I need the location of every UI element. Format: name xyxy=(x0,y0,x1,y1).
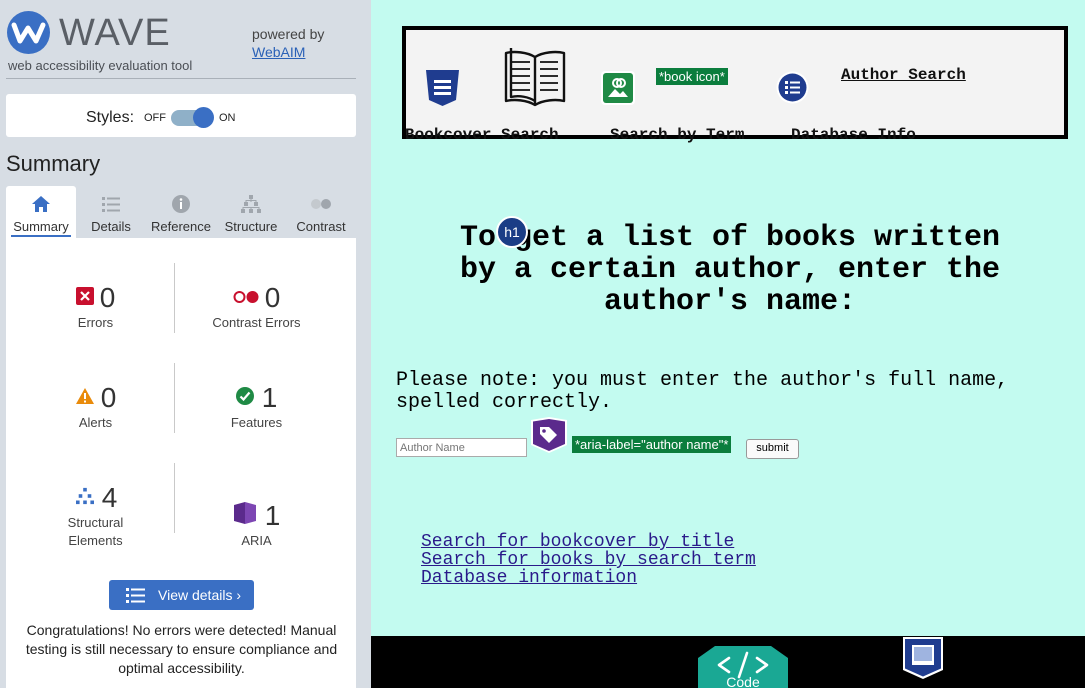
powered-by-label: powered by xyxy=(252,26,325,42)
errors-label: Errors xyxy=(77,315,114,330)
linked-image-icon[interactable] xyxy=(601,71,635,105)
list-icon[interactable] xyxy=(776,71,809,104)
stat-aria[interactable]: 1 ARIA xyxy=(174,500,339,550)
webaim-link[interactable]: WebAIM xyxy=(252,43,324,61)
styles-panel: Styles: OFF ON xyxy=(6,94,356,137)
error-icon xyxy=(75,287,94,305)
author-name-input[interactable] xyxy=(396,438,527,457)
alt-text-tag: *book icon* xyxy=(656,68,728,85)
alert-icon xyxy=(75,388,94,404)
submit-button[interactable]: submit xyxy=(746,439,799,459)
features-label: Features xyxy=(230,415,283,430)
tab-details[interactable]: Details xyxy=(76,186,146,238)
nav-search-by-term[interactable]: Search by Term xyxy=(610,126,744,144)
stat-alerts[interactable]: 0 Alerts xyxy=(13,382,178,432)
link-bookcover-by-title[interactable]: Search for bookcover by title xyxy=(421,533,756,551)
view-details-button[interactable]: View details › xyxy=(109,580,254,610)
structural-label-line1: Structural xyxy=(67,515,124,530)
home-icon xyxy=(32,196,50,212)
contrast-errors-count: 0 xyxy=(264,282,281,313)
aria-icon xyxy=(233,502,256,524)
stat-structural[interactable]: 4 Structural Elements xyxy=(13,482,178,550)
aria-label-tag-icon[interactable] xyxy=(530,417,568,453)
link-books-by-search-term[interactable]: Search for books by search term xyxy=(421,551,756,569)
aria-label: ARIA xyxy=(241,533,272,548)
contrast-icon xyxy=(311,199,331,209)
aria-count: 1 xyxy=(264,500,281,531)
summary-heading: Summary xyxy=(6,151,101,176)
view-details-label: View details › xyxy=(158,587,242,603)
tab-label: Contrast xyxy=(296,219,346,234)
tab-label: Summary xyxy=(11,219,71,237)
styles-toggle[interactable] xyxy=(171,107,214,128)
list-icon xyxy=(126,588,145,603)
structural-label-line2: Elements xyxy=(68,533,123,548)
tab-label: Details xyxy=(91,219,131,234)
note-text: Please note: you must enter the author's… xyxy=(396,369,1009,414)
region-icon[interactable] xyxy=(902,637,944,679)
wave-logo-text: WAVE xyxy=(59,12,171,54)
styles-label: Styles: xyxy=(86,109,135,126)
feature-check-icon xyxy=(235,387,254,405)
hierarchy-icon xyxy=(241,195,261,213)
h1-badge-icon[interactable]: h1 xyxy=(496,216,528,248)
tab-reference[interactable]: Reference xyxy=(146,186,216,238)
alerts-count: 0 xyxy=(100,382,117,413)
link-database-information[interactable]: Database information xyxy=(421,569,756,587)
code-label: Code xyxy=(726,674,760,688)
stat-features[interactable]: 1 Features xyxy=(174,382,339,432)
styles-off-label: OFF xyxy=(144,112,166,124)
wave-logo-icon xyxy=(7,11,50,54)
styles-on-label: ON xyxy=(219,112,236,124)
tab-label: Structure xyxy=(224,219,278,234)
wave-sidebar: WAVE web accessibility evaluation tool p… xyxy=(0,0,371,688)
list-icon xyxy=(102,197,120,212)
tab-summary[interactable]: Summary xyxy=(6,186,76,238)
nav-bookcover-search[interactable]: Bookcover Search xyxy=(405,126,559,144)
stat-errors[interactable]: 0 Errors xyxy=(13,282,178,332)
info-icon xyxy=(172,195,190,213)
tab-contrast[interactable]: Contrast xyxy=(286,186,356,238)
errors-count: 0 xyxy=(99,282,116,313)
powered-by: powered by WebAIM xyxy=(252,25,324,61)
tab-bar: Summary Details Reference Structure Cont… xyxy=(6,186,356,238)
alerts-label: Alerts xyxy=(78,415,113,430)
tab-structure[interactable]: Structure xyxy=(216,186,286,238)
book-icon[interactable] xyxy=(502,45,568,111)
features-count: 1 xyxy=(261,382,278,413)
code-icon[interactable]: Code xyxy=(697,646,789,688)
contrast-error-icon xyxy=(233,291,259,303)
structural-count: 4 xyxy=(101,482,118,513)
stat-contrast-errors[interactable]: 0 Contrast Errors xyxy=(174,282,339,332)
tab-label: Reference xyxy=(151,219,211,234)
divider xyxy=(6,78,356,79)
contrast-errors-label: Contrast Errors xyxy=(212,315,301,330)
summary-stats: 0 Errors 0 Contrast Errors 0 Alerts 1 Fe… xyxy=(6,238,356,688)
structural-label: Structural Elements xyxy=(13,514,178,550)
wave-tagline: web accessibility evaluation tool xyxy=(8,58,193,73)
structure-icon xyxy=(75,487,94,505)
congrats-message: Congratulations! No errors were detected… xyxy=(25,622,338,676)
nav-database-info[interactable]: Database Info xyxy=(791,126,916,144)
toggle-knob[interactable] xyxy=(193,107,214,128)
link-list: Search for bookcover by title Search for… xyxy=(421,533,756,587)
nav-author-search[interactable]: Author Search xyxy=(841,66,966,84)
list-badge-icon[interactable] xyxy=(424,69,461,107)
aria-label-tag: *aria-label="author name"* xyxy=(572,436,732,453)
